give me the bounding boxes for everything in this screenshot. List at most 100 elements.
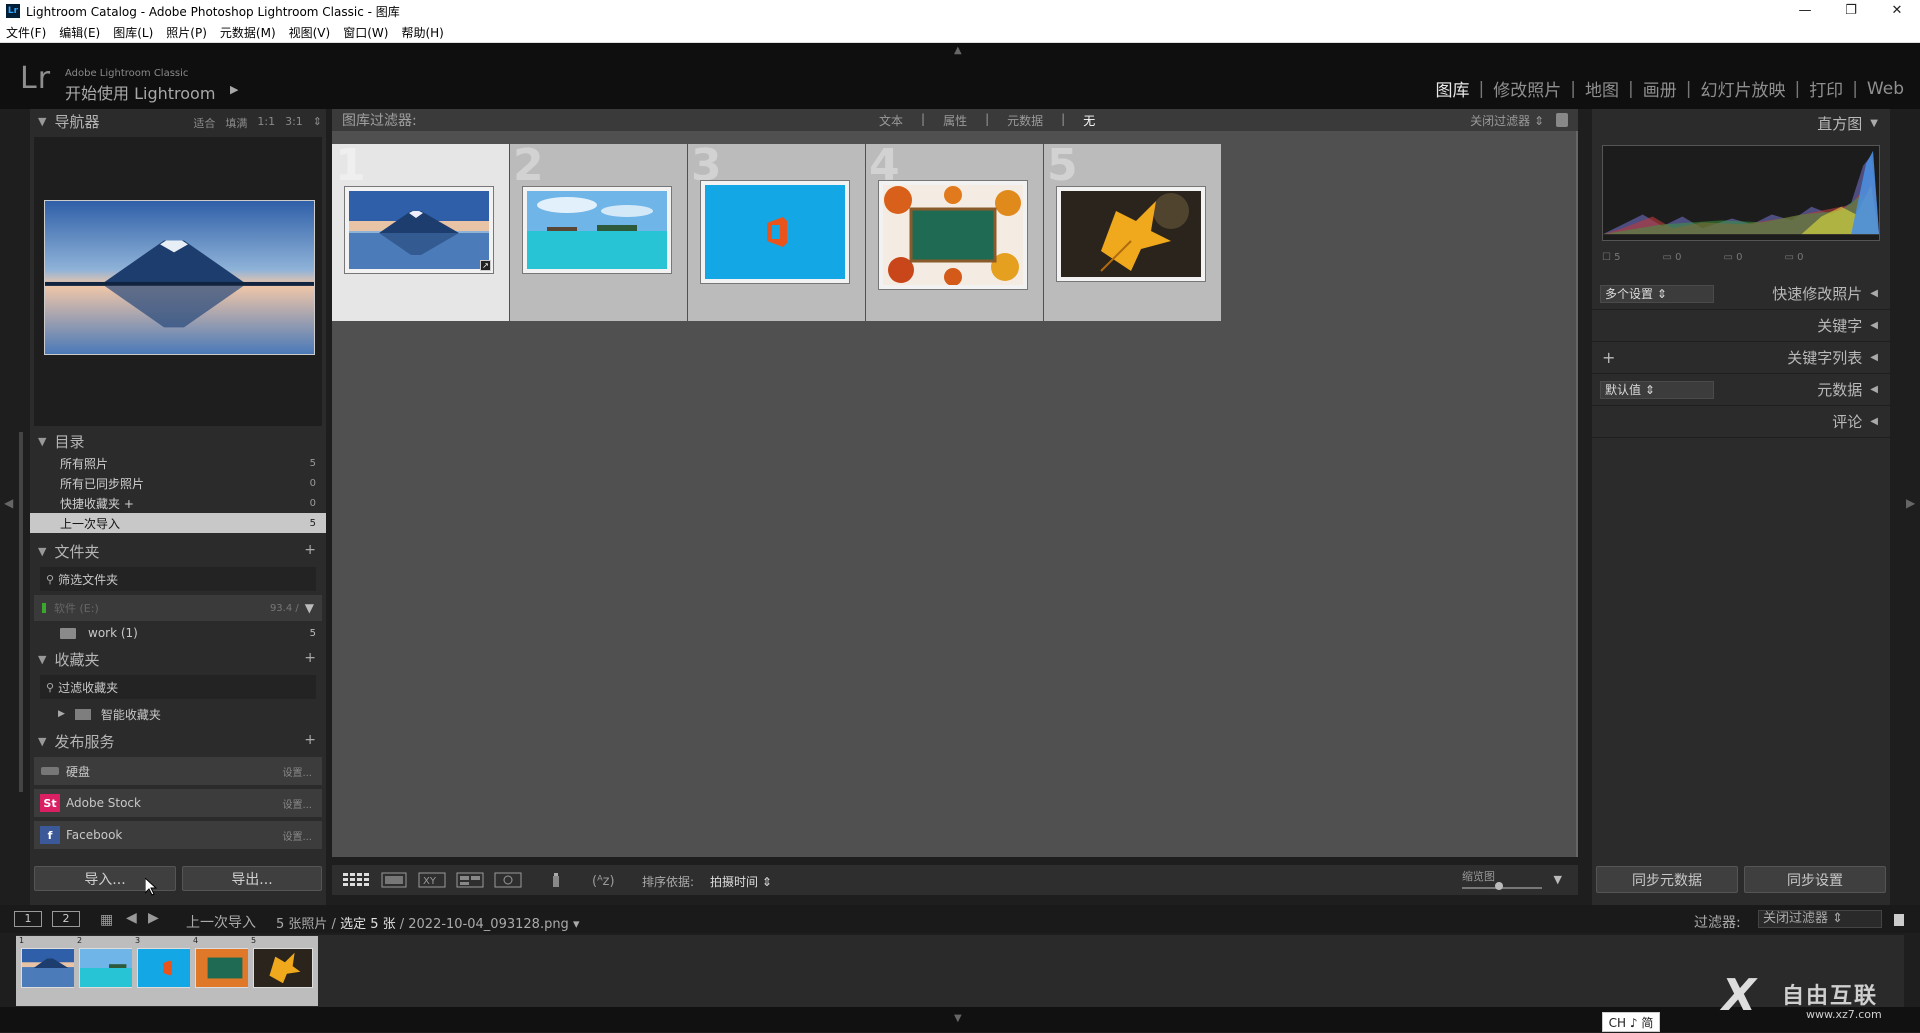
grid-view-icon[interactable]: ▦	[100, 912, 113, 928]
grid-cell[interactable]: 3	[688, 144, 865, 321]
collapse-triangle-icon[interactable]: ▼	[38, 545, 46, 558]
catalog-header[interactable]: ▼ 目录	[30, 429, 326, 453]
left-panel-scrollbar[interactable]	[19, 432, 23, 792]
histogram-header[interactable]: 直方图 ▼	[1592, 109, 1890, 137]
photo-frame[interactable]	[344, 186, 494, 274]
module-web[interactable]: Web	[1867, 79, 1904, 99]
close-button[interactable]: ✕	[1874, 0, 1920, 22]
collapse-triangle-icon[interactable]: ▼	[38, 115, 46, 128]
publish-facebook[interactable]: f Facebook 设置...	[34, 821, 322, 849]
zoom-3-1-option[interactable]: 3:1	[285, 115, 303, 131]
module-slideshow[interactable]: 幻灯片放映	[1700, 76, 1785, 101]
maximize-button[interactable]: ❐	[1828, 0, 1874, 22]
sort-by-dropdown[interactable]: 拍摄时间 ⇕	[710, 873, 772, 890]
expand-triangle-icon[interactable]: ▼	[305, 601, 314, 615]
ime-indicator[interactable]: CH ♪ 简	[1602, 1012, 1660, 1032]
module-map[interactable]: 地图	[1585, 76, 1619, 101]
menu-photo[interactable]: 照片(P)	[166, 24, 207, 41]
publish-services-header[interactable]: ▼ 发布服务 +	[30, 729, 326, 753]
menu-window[interactable]: 窗口(W)	[343, 24, 388, 41]
right-panel-toggle-icon[interactable]: ▶	[1906, 496, 1915, 510]
keywording-header[interactable]: 关键字 ◀	[1592, 310, 1890, 342]
compare-view-icon[interactable]: XY	[418, 872, 446, 888]
sync-metadata-button[interactable]: 同步元数据	[1596, 866, 1738, 893]
primary-window-button[interactable]: 1	[14, 911, 42, 927]
grid-cell[interactable]: 4	[866, 144, 1043, 321]
catalog-item-all-photos[interactable]: 所有照片 5	[30, 453, 326, 473]
collapse-triangle-icon[interactable]: ▼	[1870, 118, 1878, 129]
catalog-item-all-synced[interactable]: 所有已同步照片 0	[30, 473, 326, 493]
left-panel-toggle-icon[interactable]: ◀	[4, 496, 13, 510]
filter-tab-none[interactable]: 无	[1083, 112, 1095, 129]
thumbnail-slider-knob[interactable]	[1495, 882, 1503, 890]
metadata-header[interactable]: 默认值 ⇕ 元数据 ◀	[1592, 374, 1890, 406]
menu-view[interactable]: 视图(V)	[289, 24, 331, 41]
get-started-link[interactable]: 开始使用 Lightroom	[65, 80, 215, 104]
publish-hard-drive[interactable]: 硬盘 设置...	[34, 757, 322, 785]
expand-triangle-icon[interactable]: ◀	[1870, 416, 1878, 427]
photo-frame[interactable]	[700, 180, 850, 284]
catalog-item-quick-collection[interactable]: 快捷收藏夹 + 0	[30, 493, 326, 513]
filmstrip-thumb[interactable]: 5	[248, 936, 318, 1006]
zoom-fit-option[interactable]: 适合	[193, 115, 215, 131]
module-book[interactable]: 画册	[1643, 76, 1677, 101]
lock-icon[interactable]	[1556, 113, 1568, 127]
back-arrow-icon[interactable]: ◀	[126, 910, 137, 926]
collapse-triangle-icon[interactable]: ▼	[38, 653, 46, 666]
current-filename[interactable]: / 2022-10-04_093128.png ▾	[400, 917, 580, 932]
catalog-item-previous-import[interactable]: 上一次导入 5	[30, 513, 326, 533]
menu-help[interactable]: 帮助(H)	[401, 24, 443, 41]
people-view-icon[interactable]	[494, 872, 522, 888]
photo-frame[interactable]	[878, 180, 1028, 290]
publish-settings-link[interactable]: 设置...	[282, 828, 312, 843]
minimize-button[interactable]: —	[1782, 0, 1828, 22]
grid-cell[interactable]: 5	[1044, 144, 1221, 321]
volume-row[interactable]: 软件 (E:) 93.4 / ▼	[34, 595, 322, 621]
filter-tab-metadata[interactable]: 元数据	[1007, 112, 1043, 129]
survey-view-icon[interactable]	[456, 872, 484, 888]
filmstrip-source[interactable]: 上一次导入	[186, 912, 256, 932]
loupe-view-icon[interactable]	[380, 872, 408, 888]
collection-item-smart[interactable]: ▶ 智能收藏夹	[30, 703, 326, 725]
menu-library[interactable]: 图库(L)	[113, 24, 153, 41]
menu-edit[interactable]: 编辑(E)	[59, 24, 100, 41]
painter-spray-icon[interactable]	[548, 872, 564, 888]
expand-triangle-icon[interactable]: ◀	[1870, 384, 1878, 395]
add-publish-service-icon[interactable]: +	[304, 732, 316, 748]
module-develop[interactable]: 修改照片	[1493, 76, 1561, 101]
module-library[interactable]: 图库	[1436, 76, 1470, 101]
publish-settings-link[interactable]: 设置...	[282, 796, 312, 811]
menu-metadata[interactable]: 元数据(M)	[220, 24, 276, 41]
folders-header[interactable]: ▼ 文件夹 +	[30, 539, 326, 563]
comments-header[interactable]: 评论 ◀	[1592, 406, 1890, 438]
filter-folders-input[interactable]: ⚲ 筛选文件夹	[40, 567, 316, 591]
filter-presets-dropdown[interactable]: 关闭过滤器 ⇕	[1470, 112, 1544, 129]
collections-header[interactable]: ▼ 收藏夹 +	[30, 647, 326, 671]
add-keyword-icon[interactable]: +	[1602, 348, 1615, 367]
folder-item-work[interactable]: work (1) 5	[30, 623, 326, 643]
collapse-triangle-icon[interactable]: ▼	[38, 735, 46, 748]
quick-develop-header[interactable]: 多个设置 ⇕ 快速修改照片 ◀	[1592, 278, 1890, 310]
navigator-preview[interactable]	[34, 137, 322, 426]
play-arrow-icon[interactable]: ▶	[230, 83, 238, 96]
filmstrip[interactable]: 1 2 3 4 5	[16, 935, 1904, 1007]
module-print[interactable]: 打印	[1809, 76, 1843, 101]
grid-scrollbar[interactable]	[1576, 131, 1578, 857]
lock-icon[interactable]	[1894, 914, 1904, 926]
photo-frame[interactable]	[522, 186, 672, 274]
filter-tab-attribute[interactable]: 属性	[943, 112, 967, 129]
zoom-1-1-option[interactable]: 1:1	[257, 115, 275, 131]
menu-file[interactable]: 文件(F)	[6, 24, 46, 41]
zoom-more-icon[interactable]: ⇕	[313, 115, 322, 131]
bottom-panel-toggle-icon[interactable]: ▼	[954, 1013, 962, 1024]
navigator-header[interactable]: ▼ 导航器 适合 填满 1:1 3:1 ⇕	[30, 109, 326, 133]
expand-triangle-icon[interactable]: ◀	[1870, 352, 1878, 363]
filmstrip-filter-dropdown[interactable]: 关闭过滤器 ⇕	[1758, 910, 1882, 928]
forward-arrow-icon[interactable]: ▶	[148, 910, 159, 926]
expand-triangle-icon[interactable]: ◀	[1870, 288, 1878, 299]
filter-tab-text[interactable]: 文本	[879, 112, 903, 129]
zoom-fill-option[interactable]: 填满	[225, 115, 247, 131]
secondary-window-button[interactable]: 2	[52, 911, 80, 927]
publish-settings-link[interactable]: 设置...	[282, 764, 312, 779]
top-panel-toggle-icon[interactable]: ▲	[954, 45, 962, 56]
